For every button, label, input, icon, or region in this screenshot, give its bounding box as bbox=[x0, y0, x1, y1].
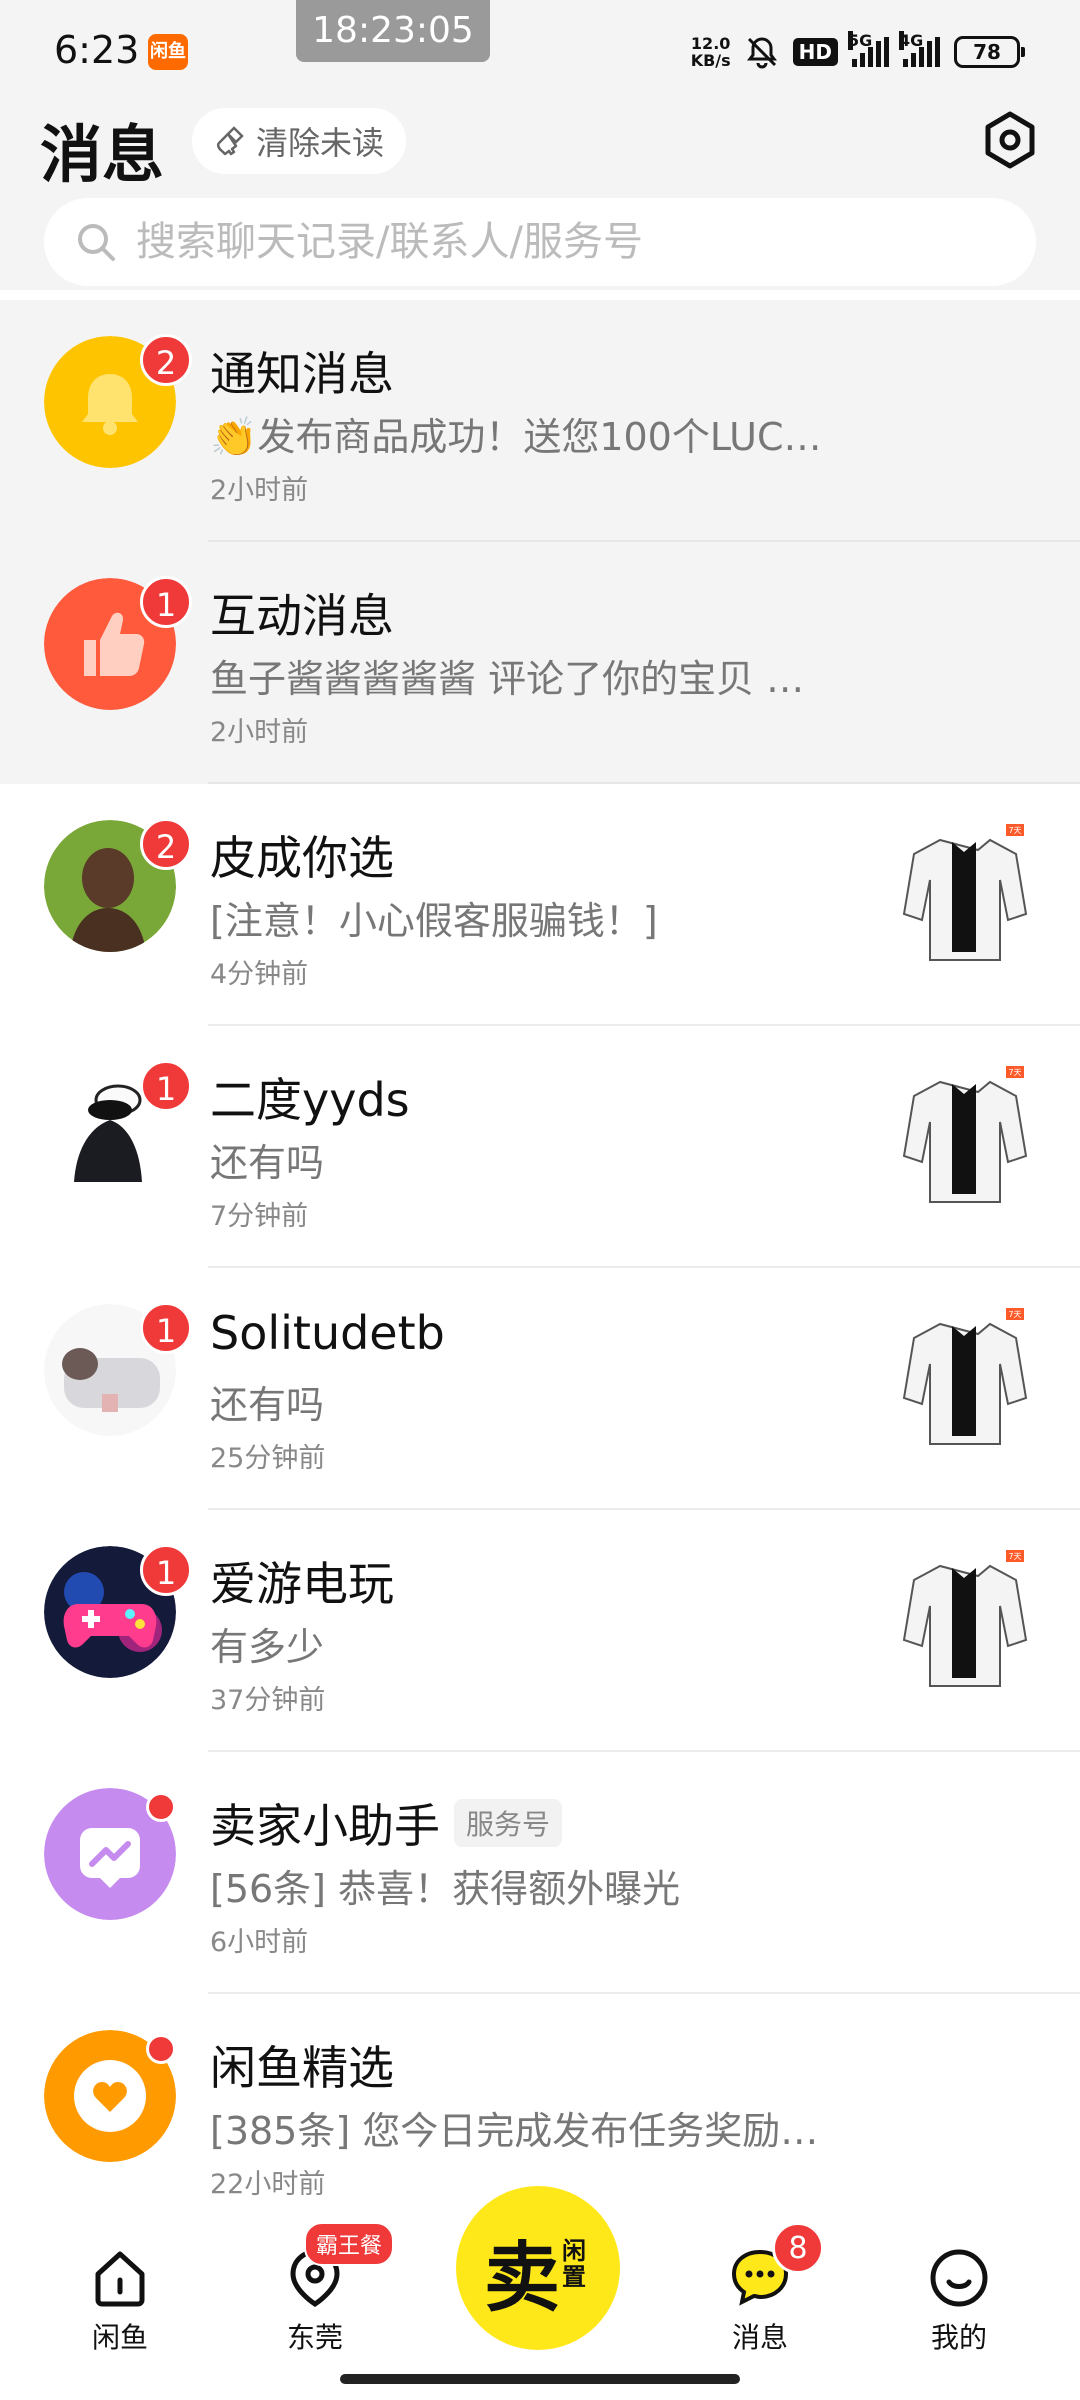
net-speed: 12.0 KB/s bbox=[690, 34, 731, 70]
sell-label: 卖 bbox=[484, 2233, 560, 2322]
unread-badge: 1 bbox=[140, 1060, 192, 1112]
unread-badge: 1 bbox=[140, 1544, 192, 1596]
search-icon bbox=[78, 224, 115, 261]
conversation-time: 22小时前 bbox=[210, 2169, 326, 2200]
service-account-tag: 服务号 bbox=[454, 1799, 563, 1847]
home-icon bbox=[95, 2251, 145, 2307]
conversation-time: 6小时前 bbox=[210, 1927, 309, 1958]
svg-text:7天: 7天 bbox=[1008, 1310, 1021, 1319]
conversation-time: 25分钟前 bbox=[210, 1443, 326, 1474]
conversation-row[interactable]: 2 皮成你选 [注意！小心假客服骗钱！] 4分钟前 7天 bbox=[0, 784, 1080, 1026]
promo-badge: 霸王餐 bbox=[304, 2222, 395, 2266]
conversation-preview: [56条] 恭喜！获得额外曝光 bbox=[210, 1867, 681, 1911]
conversation-name: 互动消息 bbox=[210, 589, 394, 643]
header: 消息 清除未读 bbox=[0, 100, 1080, 290]
unread-badge: 2 bbox=[140, 818, 192, 870]
conversation-name: 皮成你选 bbox=[210, 831, 394, 885]
conversation-preview: [385条] 您今日完成发布任务奖励… bbox=[210, 2109, 819, 2153]
conversation-name: 通知消息 bbox=[210, 347, 394, 401]
nav-home[interactable]: 闲鱼 bbox=[50, 2246, 190, 2356]
app-notification-icon: 闲鱼 bbox=[148, 34, 188, 70]
search-input[interactable] bbox=[136, 219, 996, 265]
smiley-icon bbox=[930, 2249, 988, 2307]
conversation-row[interactable]: 1 二度yyds 还有吗 7分钟前 7天 bbox=[0, 1026, 1080, 1268]
status-bar: 6:23 闲鱼 18:23:05 12.0 KB/s HD 5G 4G 78 bbox=[0, 0, 1080, 100]
home-indicator[interactable] bbox=[340, 2374, 740, 2384]
product-thumbnail[interactable]: 7天 bbox=[900, 820, 1028, 980]
clear-unread-button[interactable]: 清除未读 bbox=[192, 108, 407, 174]
conversation-preview: 👏发布商品成功！送您100个LUC… bbox=[210, 415, 822, 459]
signal-4g-icon: 4G bbox=[899, 31, 940, 67]
conversation-time: 2小时前 bbox=[210, 475, 309, 506]
conversation-time: 2小时前 bbox=[210, 717, 309, 748]
status-time: 6:23 bbox=[54, 28, 140, 72]
signal-5g-icon: 5G bbox=[848, 31, 889, 67]
unread-badge: 1 bbox=[140, 576, 192, 628]
bottom-nav: 闲鱼 东莞 霸王餐 卖 闲置 消息 8 我的 bbox=[0, 2186, 1080, 2400]
conversation-name: 卖家小助手 bbox=[210, 1799, 440, 1853]
nav-messages-label: 消息 bbox=[731, 2321, 788, 2354]
floating-clock: 18:23:05 bbox=[296, 0, 490, 62]
nav-location-label: 东莞 bbox=[286, 2321, 343, 2354]
svg-text:7天: 7天 bbox=[1008, 1068, 1021, 1077]
product-thumbnail[interactable]: 7天 bbox=[900, 1062, 1028, 1222]
sell-button[interactable]: 卖 闲置 bbox=[456, 2186, 620, 2350]
conversation-row[interactable]: 1 爱游电玩 有多少 37分钟前 7天 bbox=[0, 1510, 1080, 1752]
search-bar[interactable] bbox=[44, 198, 1036, 286]
conversation-name: 闲鱼精选 bbox=[210, 2041, 394, 2095]
broom-icon bbox=[216, 126, 244, 156]
svg-text:7天: 7天 bbox=[1008, 1552, 1021, 1561]
conversation-preview: 鱼子酱酱酱酱酱 评论了你的宝贝 … bbox=[210, 657, 805, 701]
conversation-list: 2 通知消息 👏发布商品成功！送您100个LUC… 2小时前 1 互动消息 鱼子… bbox=[0, 300, 1080, 2236]
conversation-row[interactable]: 1 Solitudetb 还有吗 25分钟前 7天 bbox=[0, 1268, 1080, 1510]
settings-icon[interactable] bbox=[980, 110, 1040, 170]
conversation-name: 爱游电玩 bbox=[210, 1557, 394, 1611]
nav-profile[interactable]: 我的 bbox=[889, 2246, 1029, 2356]
conversation-row-interactions[interactable]: 1 互动消息 鱼子酱酱酱酱酱 评论了你的宝贝 … 2小时前 bbox=[0, 542, 1080, 784]
status-indicators: 12.0 KB/s HD 5G 4G 78 bbox=[690, 30, 1025, 74]
svg-text:7天: 7天 bbox=[1008, 826, 1021, 835]
sell-sub-label: 闲置 bbox=[562, 2237, 586, 2291]
page-title: 消息 bbox=[40, 118, 165, 191]
unread-dot bbox=[146, 2034, 176, 2064]
nav-profile-label: 我的 bbox=[930, 2321, 987, 2354]
hd-voice-badge: HD bbox=[792, 38, 838, 66]
conversation-time: 37分钟前 bbox=[210, 1685, 326, 1716]
product-thumbnail[interactable]: 7天 bbox=[900, 1304, 1028, 1464]
conversation-row-notifications[interactable]: 2 通知消息 👏发布商品成功！送您100个LUC… 2小时前 bbox=[0, 300, 1080, 542]
conversation-preview: 还有吗 bbox=[210, 1141, 325, 1185]
conversation-preview: 还有吗 bbox=[210, 1383, 325, 1427]
messages-count-badge: 8 bbox=[772, 2222, 824, 2274]
conversation-name: Solitudetb bbox=[210, 1306, 445, 1360]
clear-unread-label: 清除未读 bbox=[256, 124, 385, 162]
battery-icon: 78 bbox=[954, 36, 1025, 68]
product-thumbnail[interactable]: 7天 bbox=[900, 1546, 1028, 1706]
unread-dot bbox=[146, 1792, 176, 1822]
conversation-preview: [注意！小心假客服骗钱！] bbox=[210, 899, 658, 943]
conversation-row-seller-assistant[interactable]: 卖家小助手 服务号 [56条] 恭喜！获得额外曝光 6小时前 bbox=[0, 1752, 1080, 1994]
nav-home-label: 闲鱼 bbox=[91, 2321, 148, 2354]
conversation-preview: 有多少 bbox=[210, 1625, 325, 1669]
unread-badge: 1 bbox=[140, 1302, 192, 1354]
mute-icon bbox=[746, 37, 777, 69]
conversation-time: 4分钟前 bbox=[210, 959, 309, 990]
unread-badge: 2 bbox=[140, 334, 192, 386]
conversation-name: 二度yyds bbox=[210, 1073, 410, 1127]
conversation-time: 7分钟前 bbox=[210, 1201, 309, 1232]
